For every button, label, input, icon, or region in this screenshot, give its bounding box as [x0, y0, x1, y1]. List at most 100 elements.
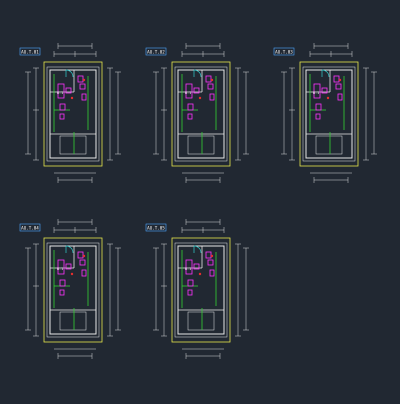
- unit-tag: AU.T.05: [145, 223, 167, 232]
- fixture-wc: [77, 75, 84, 83]
- fixture-wardrobe: [59, 279, 66, 287]
- unit-plan: AU.T.03 B.1: [273, 43, 377, 183]
- unit-outline: [43, 61, 103, 167]
- marker-dot: [210, 254, 214, 258]
- partitions: [181, 74, 217, 154]
- fixture-cabinet: [81, 269, 87, 277]
- fixture-basin: [335, 83, 342, 90]
- unit-tag: AU.T.03: [273, 47, 295, 56]
- exterior-wall-outer: [174, 242, 228, 338]
- exterior-wall: [49, 245, 97, 335]
- marker-dot: [82, 254, 86, 258]
- bed: [59, 135, 87, 155]
- unit-outline: [43, 237, 103, 343]
- unit-tag: AU.T.02: [145, 47, 167, 56]
- fixture-wardrobe: [315, 103, 322, 111]
- marker-dot: [338, 78, 342, 82]
- cad-drawing-canvas[interactable]: AU.T.01 B.1 AU.T.02 B.1 AU.T.03 B.1 AU.T.04 B.1…: [0, 0, 400, 400]
- room-label: B.1: [185, 267, 191, 271]
- door-swing: [193, 245, 202, 254]
- unit-tag: AU.T.01: [19, 47, 41, 56]
- exterior-wall: [177, 69, 225, 159]
- fixture-basin: [79, 259, 86, 266]
- unit-plan: AU.T.01 B.1: [19, 43, 121, 183]
- marker-dot: [326, 96, 330, 100]
- room-label: B.1: [185, 91, 191, 95]
- dimension-lines: [25, 43, 121, 183]
- door: [321, 69, 330, 78]
- bed: [315, 135, 343, 155]
- room-label: B.1: [57, 267, 63, 271]
- unit-outline: [171, 61, 231, 167]
- marker-dot: [198, 96, 202, 100]
- fixture-desk: [187, 113, 193, 120]
- door-swing: [321, 69, 330, 78]
- room-label: B.1: [313, 91, 319, 95]
- door: [193, 69, 202, 78]
- unit-outline: [299, 61, 359, 167]
- exterior-wall-outer: [302, 66, 356, 162]
- exterior-wall: [177, 245, 225, 335]
- marker-dot: [198, 272, 202, 276]
- unit-tag-label: AU.T.02: [147, 49, 165, 54]
- fixture-desk: [315, 113, 321, 120]
- fixture-desk: [59, 289, 65, 296]
- fixture-wc: [205, 251, 212, 259]
- door: [65, 245, 74, 254]
- fixture-desk: [187, 289, 193, 296]
- fixture-basin: [207, 83, 214, 90]
- bed: [59, 311, 87, 331]
- marker-dot: [70, 272, 74, 276]
- unit-tag-label: AU.T.04: [21, 225, 39, 230]
- unit-tag: AU.T.04: [19, 223, 41, 232]
- dimension-lines: [281, 43, 377, 183]
- door-swing: [193, 69, 202, 78]
- door-swing: [65, 69, 74, 78]
- partitions: [309, 74, 345, 154]
- fixture-wc: [333, 75, 340, 83]
- walls: [46, 242, 100, 338]
- marker-dot: [210, 78, 214, 82]
- unit-tag-label: AU.T.05: [147, 225, 165, 230]
- partitions: [53, 250, 89, 330]
- exterior-wall: [305, 69, 353, 159]
- unit-plan: AU.T.05 B.1: [145, 219, 249, 359]
- door: [65, 69, 74, 78]
- door: [193, 245, 202, 254]
- exterior-wall: [49, 69, 97, 159]
- bed: [187, 311, 215, 331]
- exterior-wall-outer: [46, 66, 100, 162]
- dimension-lines: [25, 219, 121, 359]
- walls: [302, 66, 356, 162]
- partitions: [181, 250, 217, 330]
- fixture-wc: [77, 251, 84, 259]
- unit-tag-label: AU.T.01: [21, 49, 39, 54]
- fixture-wc: [205, 75, 212, 83]
- unit-tag-label: AU.T.03: [275, 49, 293, 54]
- marker-dot: [70, 96, 74, 100]
- fixture-wardrobe: [187, 279, 194, 287]
- fixture-basin: [207, 259, 214, 266]
- walls: [174, 66, 228, 162]
- unit-plan: AU.T.04 B.1: [19, 219, 121, 359]
- fixture-cabinet: [209, 269, 215, 277]
- walls: [174, 242, 228, 338]
- fixture-basin: [79, 83, 86, 90]
- partitions: [53, 74, 89, 154]
- fixture-desk: [59, 113, 65, 120]
- exterior-wall-outer: [174, 66, 228, 162]
- marker-dot: [82, 78, 86, 82]
- room-label: B.1: [57, 91, 63, 95]
- bed: [187, 135, 215, 155]
- fixture-cabinet: [81, 93, 87, 101]
- door-swing: [65, 245, 74, 254]
- fixture-cabinet: [337, 93, 343, 101]
- unit-plan: AU.T.02 B.1: [145, 43, 249, 183]
- exterior-wall-outer: [46, 242, 100, 338]
- fixture-wardrobe: [59, 103, 66, 111]
- dimension-lines: [153, 219, 249, 359]
- floor-plan-sheet: AU.T.01 B.1 AU.T.02 B.1 AU.T.03 B.1 AU.T.04 B.1…: [19, 43, 377, 359]
- fixture-wardrobe: [187, 103, 194, 111]
- dimension-lines: [153, 43, 249, 183]
- walls: [46, 66, 100, 162]
